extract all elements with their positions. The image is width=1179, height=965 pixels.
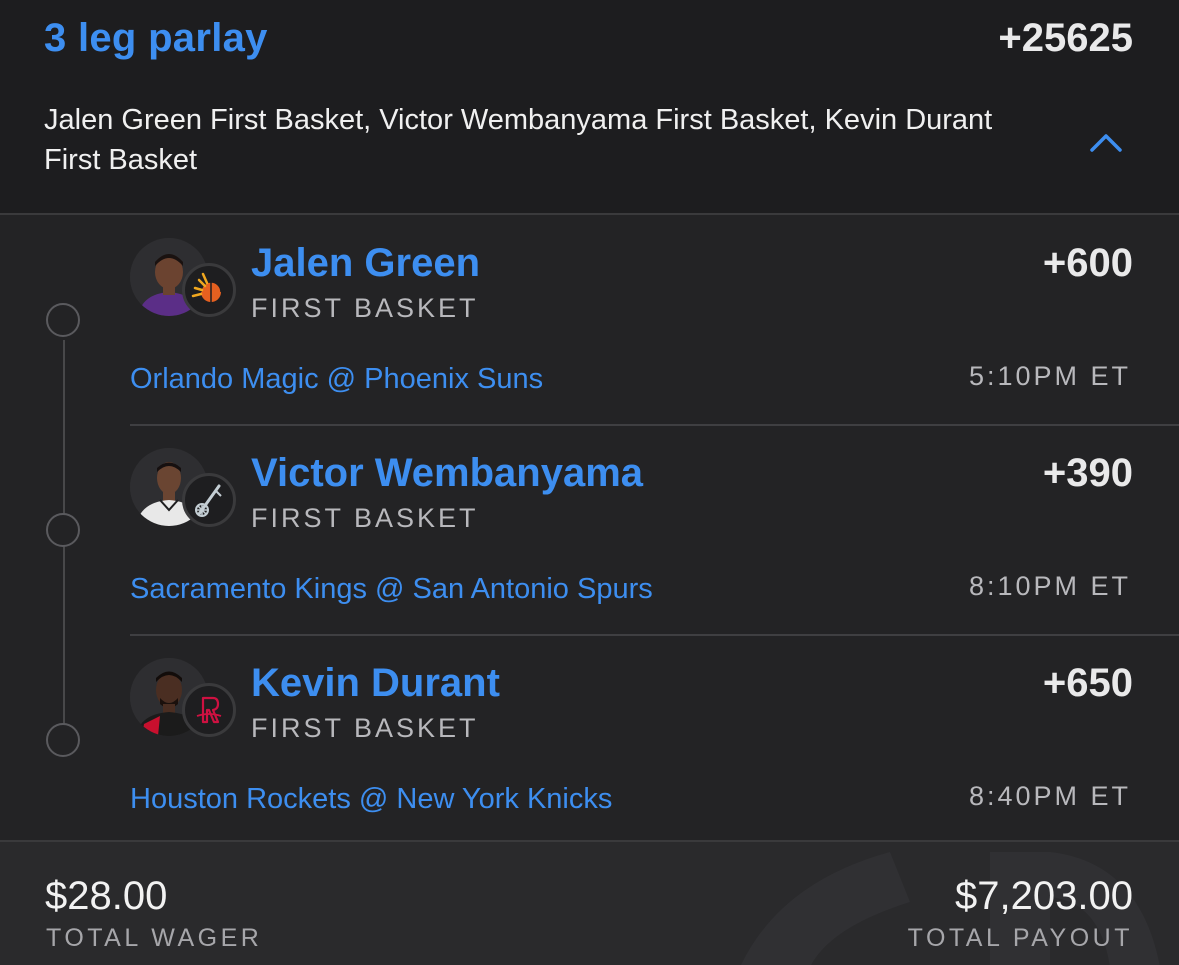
rockets-logo-icon [182,683,236,737]
player-name: Victor Wembanyama [251,451,644,495]
total-wager-label: TOTAL WAGER [46,924,263,952]
player-name: Jalen Green [251,241,481,285]
parlay-title: 3 leg parlay [44,16,268,60]
player-name: Kevin Durant [251,661,500,705]
matchup-link[interactable]: Orlando Magic @ Phoenix Suns [130,363,543,396]
parlay-leg[interactable]: Jalen Green FIRST BASKET +600 Orlando Ma… [0,215,1179,426]
parlay-leg[interactable]: Victor Wembanyama FIRST BASKET +390 Sacr… [0,425,1179,636]
matchup-link[interactable]: Sacramento Kings @ San Antonio Spurs [130,573,653,606]
parlay-header[interactable]: 3 leg parlay +25625 Jalen Green First Ba… [0,0,1179,214]
suns-logo-icon [182,263,236,317]
game-time: 8:10PM ET [968,571,1131,601]
matchup-link[interactable]: Houston Rockets @ New York Knicks [130,783,612,816]
leg-odds: +390 [1042,451,1133,495]
spurs-logo-icon [182,473,236,527]
parlay-description: Jalen Green First Basket, Victor Wembany… [44,104,993,176]
leg-odds: +650 [1042,661,1133,705]
game-time: 5:10PM ET [968,361,1131,391]
game-time: 8:40PM ET [968,781,1131,811]
total-payout-amount: $7,203.00 [955,874,1133,918]
parlay-leg[interactable]: Kevin Durant FIRST BASKET +650 Houston R… [0,635,1179,845]
total-payout-label: TOTAL PAYOUT [907,924,1133,952]
chevron-up-icon[interactable] [1082,124,1130,160]
market-label: FIRST BASKET [251,293,479,323]
market-label: FIRST BASKET [251,503,479,533]
market-label: FIRST BASKET [251,713,479,743]
parlay-legs: Jalen Green FIRST BASKET +600 Orlando Ma… [0,215,1179,840]
leg-odds: +600 [1042,241,1133,285]
total-wager-amount: $28.00 [45,874,168,918]
bet-summary-footer: $28.00 TOTAL WAGER $7,203.00 TOTAL PAYOU… [0,840,1179,965]
parlay-odds: +25625 [998,16,1133,60]
